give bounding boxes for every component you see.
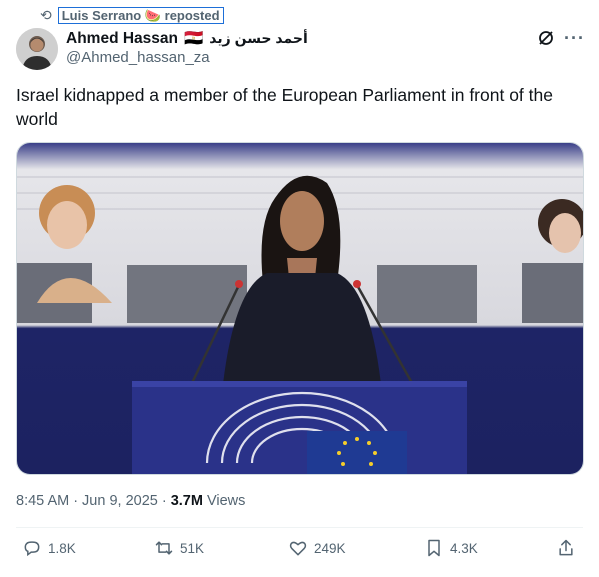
repost-button[interactable]: 51K (154, 538, 204, 558)
views-count: 3.7M (170, 493, 203, 509)
egypt-flag-icon: 🇪🇬 (183, 30, 204, 47)
repost-label[interactable]: Luis Serrano 🍉 reposted (57, 6, 224, 24)
avatar[interactable] (16, 28, 58, 70)
repost-indicator: ⟲ Luis Serrano 🍉 reposted (40, 6, 224, 24)
divider (16, 527, 583, 528)
watermelon-emoji: 🍉 (144, 7, 162, 23)
bookmark-button[interactable]: 4.3K (424, 538, 478, 558)
author-handle[interactable]: @Ahmed_hassan_za (66, 49, 210, 66)
repost-count: 51K (180, 540, 205, 556)
repost-icon (155, 541, 173, 555)
share-icon (559, 539, 573, 556)
tweet-actions: 1.8K 51K 249K 4.3K (16, 538, 583, 566)
bookmark-icon (428, 539, 440, 557)
tweet-photo[interactable] (16, 142, 584, 475)
more-options-icon[interactable]: ··· (564, 28, 585, 49)
views-label: Views (206, 493, 246, 509)
bookmark-count: 4.3K (450, 540, 478, 556)
author-arabic-name: أحمد حسن زيد (209, 30, 308, 46)
tweet-time[interactable]: 8:45 AM (16, 493, 69, 509)
reply-button[interactable]: 1.8K (22, 538, 76, 558)
reply-count: 1.8K (48, 540, 76, 556)
tweet-text: Israel kidnapped a member of the Europea… (16, 85, 553, 129)
like-count: 249K (314, 540, 346, 556)
grok-icon[interactable] (537, 29, 555, 47)
reposted-text: reposted (164, 7, 220, 23)
reposter-name: Luis Serrano (61, 7, 142, 23)
reply-icon (24, 541, 40, 557)
repost-icon: ⟲ (40, 6, 52, 23)
like-button[interactable]: 249K (288, 538, 346, 558)
tweet-meta: 8:45 AM · Jun 9, 2025 · 3.7M Views (16, 493, 246, 509)
tweet-date[interactable]: Jun 9, 2025 (82, 493, 158, 509)
share-button[interactable] (556, 538, 576, 558)
author-name-row: Ahmed Hassan 🇪🇬 أحمد حسن زيد (66, 29, 308, 48)
heart-icon (289, 541, 307, 556)
author-name[interactable]: Ahmed Hassan (66, 30, 178, 48)
